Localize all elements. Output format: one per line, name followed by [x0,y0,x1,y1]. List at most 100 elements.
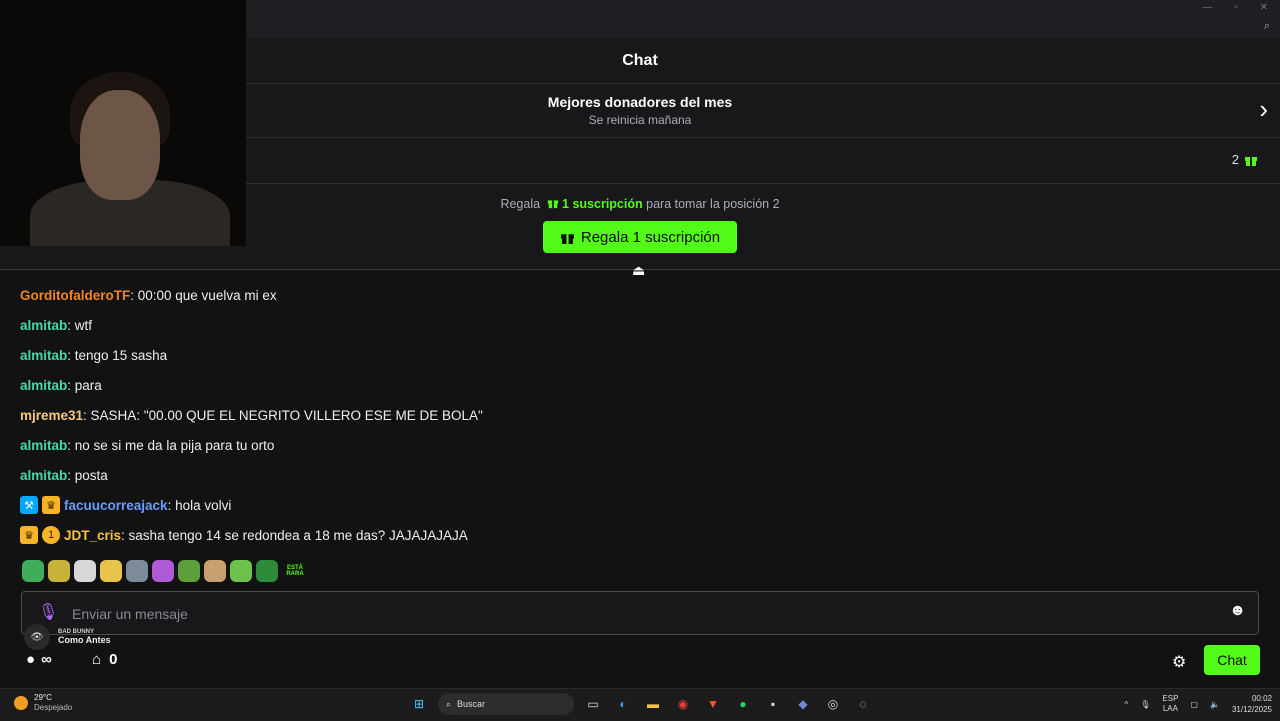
chat-message: almitab: no se si me da la pija para tu … [20,430,1260,460]
cta-suffix: para tomar la posición 2 [646,197,780,211]
chrome-icon[interactable]: ◉ [672,693,694,715]
volume-icon[interactable]: 🔈 [1210,700,1220,709]
chat-messages: GorditofalderoTF: 00:00 que vuelva mi ex… [20,280,1260,550]
points-value: ∞ [41,651,52,668]
emote-icon[interactable] [22,560,44,582]
mod-badge-icon[interactable]: ⚒ [20,496,38,514]
maximize-icon[interactable]: ▫ [1234,2,1238,13]
chat-username[interactable]: almitab [20,318,67,333]
chat-footer: ● ∞ ⌂ 0 ⚙ Chat [0,645,1280,687]
chat-message-text: : sasha tengo 14 se redondea a 18 me das… [121,527,468,543]
chat-username[interactable]: facuucorreajack [64,498,168,513]
emote-icon[interactable] [230,560,252,582]
emote-esta-rara[interactable]: ESTÁ RARA [282,560,308,582]
emote-icon[interactable] [100,560,122,582]
steam-icon[interactable]: ◎ [822,693,844,715]
emote-icon[interactable] [204,560,226,582]
points-icon: ● [26,651,36,668]
chat-message-text: : no se si me da la pija para tu orto [67,437,275,453]
weather-widget[interactable]: 29°C Despejado [14,693,72,713]
chat-username[interactable]: GorditofalderoTF [20,288,130,303]
clock[interactable]: 00:02 31/12/2025 [1232,693,1272,715]
chevron-right-icon[interactable]: › [1259,96,1268,122]
taskbar: 29°C Despejado ⊞ ⌕ Buscar ▭ ◐ ▬ ◉ ▼ ● ▪ … [0,688,1280,721]
window-controls: — ▫ ✕ [1202,2,1268,13]
channel-points[interactable]: ● ∞ [26,651,52,668]
start-icon[interactable]: ⊞ [408,693,430,715]
chat-message-text: : SASHA: "00.00 QUE EL NEGRITO VILLERO E… [83,407,483,423]
minimize-icon[interactable]: — [1202,2,1212,13]
chat-message-text: : posta [67,467,108,483]
emote-icon[interactable] [152,560,174,582]
gift-subscription-label: Regala 1 suscripción [580,228,721,246]
gift-icon [1245,156,1257,166]
chat-username[interactable]: almitab [20,468,67,483]
store[interactable]: ⌂ 0 [92,651,117,668]
gear-icon[interactable]: ⚙ [1172,652,1186,672]
emote-icon[interactable] [256,560,278,582]
spotify-icon[interactable]: ● [732,693,754,715]
obs-icon[interactable]: ◌ [852,693,874,715]
store-count: 0 [109,651,118,668]
chat-username[interactable]: almitab [20,348,67,363]
webcam-person-face [80,90,160,200]
mic-tray-icon[interactable]: 🎙 [1140,700,1150,709]
sun-icon [14,696,28,710]
file-explorer-icon[interactable]: ▬ [642,693,664,715]
cta-highlight: 1 suscripción [562,197,643,211]
cta-prefix: Regala [500,197,541,211]
gift-icon [560,233,574,244]
search-icon: ⌕ [446,698,452,709]
chat-title: Chat [622,51,658,69]
chat-username[interactable]: JDT_cris [64,528,121,543]
emote-icon[interactable] [126,560,148,582]
chat-message: ♛ 1 JDT_cris: sasha tengo 14 se redondea a… [20,520,1260,550]
one-badge-icon[interactable]: 1 [42,526,60,544]
edge-icon[interactable]: ◐ [612,693,634,715]
taskbar-search[interactable]: ⌕ Buscar [438,693,574,715]
emote-icon[interactable] [48,560,70,582]
brave-icon[interactable]: ▼ [702,693,724,715]
gift-icon [547,200,558,209]
chat-send-button[interactable]: Chat [1204,645,1260,675]
close-icon[interactable]: ✕ [1260,2,1268,13]
gift-subscription-button[interactable]: Regala 1 suscripción [543,221,737,253]
lang-primary: ESP [1162,694,1179,703]
taskbar-search-label: Buscar [457,699,486,709]
chat-message: GorditofalderoTF: 00:00 que vuelva mi ex [20,280,1260,310]
chat-message-text: : 00:00 que vuelva mi ex [130,287,277,303]
network-icon[interactable]: ▢ [1190,700,1198,709]
emote-icon[interactable] [178,560,200,582]
emote-icon[interactable] [74,560,96,582]
discord-icon[interactable]: ◆ [792,693,814,715]
chevron-up-icon[interactable]: ^ [1124,700,1128,709]
store-icon: ⌂ [92,651,102,668]
chat-message: almitab: tengo 15 sasha [20,340,1260,370]
chat-input-box[interactable]: 🎙 ☻ [21,591,1259,635]
gift-count-value: 2 [1231,152,1239,167]
crown-badge-icon[interactable]: ♛ [20,526,38,544]
chat-username[interactable]: mjreme31 [20,408,83,423]
task-view-icon[interactable]: ▭ [582,693,604,715]
taskbar-apps: ⊞ ⌕ Buscar ▭ ◐ ▬ ◉ ▼ ● ▪ ◆ ◎ ◌ [408,693,874,715]
chat-message-input[interactable] [70,600,1214,628]
chat-message-text: : wtf [67,317,93,333]
system-tray: ^ 🎙 ESP LAA ▢ 🔈 00:02 31/12/2025 [1124,693,1272,715]
chat-message: mjreme31: SASHA: "00.00 QUE EL NEGRITO V… [20,400,1260,430]
lang-secondary: LAA [1162,704,1178,713]
webcam-overlay [0,0,246,246]
app-icon[interactable]: ▪ [762,693,784,715]
gift-count: 2 [1232,152,1258,167]
chat-username[interactable]: almitab [20,438,67,453]
chat-message-text: : tengo 15 sasha [67,347,168,363]
clock-date: 31/12/2025 [1231,705,1272,714]
emoji-icon[interactable]: ☻ [1229,602,1246,620]
crown-badge-icon[interactable]: ♛ [42,496,60,514]
microphone-icon[interactable]: 🎙 [38,602,58,622]
collapse-icon[interactable]: ⏏ [632,262,645,279]
emote-bar: ESTÁ RARA [22,560,308,582]
zoom-icon[interactable]: ⌕ [1264,20,1270,33]
chat-username[interactable]: almitab [20,378,67,393]
language-indicator[interactable]: ESP LAA [1162,694,1178,714]
chat-message-text: : hola volvi [167,497,232,513]
